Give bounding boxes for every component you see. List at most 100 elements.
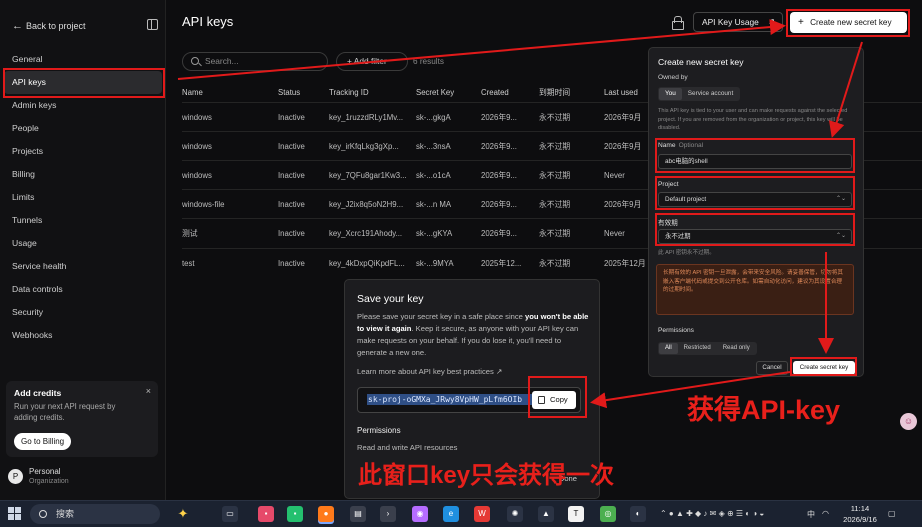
floating-assistant-icon[interactable]: ☺ [900,413,917,430]
cell-name: 测试 [182,229,198,238]
cell-tracking-id: key_1ruzzdRLy1Mv... [329,113,404,122]
jetbrains-icon[interactable]: ▪ [258,506,274,522]
sidebar-item-general[interactable]: General [0,48,166,71]
terminal-icon[interactable]: › [380,506,396,522]
cell-tracking-id: key_irKfqLkg3gXp... [329,142,399,151]
copy-label: Copy [550,395,568,404]
clock[interactable]: 11:14 2026/9/16 [840,503,880,525]
cell-name: test [182,259,195,268]
pycharm-icon[interactable]: ▪ [287,506,303,522]
chevron-updown-icon: ⌃⌄ [835,196,846,202]
sidebar-nav: General API keys Admin keys People Proje… [0,48,166,347]
annotation-get-api-key: 获得API-key [687,395,841,425]
task-view-icon[interactable]: ▭ [222,506,238,522]
ime-indicator[interactable]: 中 [807,509,815,520]
create-secret-key-button[interactable]: Create secret key [793,361,855,375]
sidebar-item-projects[interactable]: Projects [0,140,166,163]
owner-option-service-account[interactable]: Service account [682,88,739,100]
tray-icons[interactable]: ⌃ ● ▲ ✚ ◆ ♪ ✉ ◈ ⊕ ☰ ◐ ◑ ◒ [660,509,764,518]
api-key-usage-button[interactable]: API Key Usage ↗ [693,12,783,32]
annotation-once-only: 此窗口key只会获得一次 [358,462,615,489]
owner-option-you[interactable]: You [659,88,682,100]
search-placeholder: Search... [205,56,239,66]
go-to-billing-button[interactable]: Go to Billing [14,433,72,450]
sidebar-item-usage[interactable]: Usage [0,232,166,255]
sidebar-item-people[interactable]: People [0,117,166,140]
sidebar-item-limits[interactable]: Limits [0,186,166,209]
owner-segmented-control: You Service account [658,87,741,101]
app-icon[interactable]: ◉ [412,506,428,522]
app-triangle-icon[interactable]: ▲ [538,506,554,522]
cell-status: Inactive [278,113,305,122]
copilot-sparkle-icon[interactable]: ✦ [175,506,191,522]
page-title: API keys [182,14,234,29]
file-explorer-icon[interactable]: ▤ [350,506,366,522]
cell-secret-key: sk-...n MA [416,200,452,209]
cell-created: 2026年9... [481,229,517,238]
secret-key-value[interactable]: sk-proj-oGMXa_JRwy8VpHW_pLfm6OIb [367,394,537,405]
cell-status: Inactive [278,259,305,268]
add-filter-button[interactable]: + Add filter [336,52,408,71]
name-label: Name [658,142,676,149]
sidebar-item-api-keys[interactable]: API keys [4,71,162,94]
project-select-value: Default project [665,196,707,203]
wifi-icon[interactable]: ◠ [822,509,829,518]
cell-expiry: 永不过期 [539,171,571,180]
expiry-hint: 此 API 密钥永不过期。 [658,250,715,256]
windows-start-icon[interactable] [8,507,22,521]
project-select[interactable]: Default project ⌃⌄ [658,192,852,207]
cell-secret-key: sk-...9MYA [416,259,454,268]
expiry-select[interactable]: 永不过期 ⌃⌄ [658,229,852,244]
sidebar: ← Back to project General API keys Admin… [0,0,166,500]
create-new-secret-key-button[interactable]: + Create new secret key [790,12,907,33]
permission-option-all[interactable]: All [659,343,678,354]
sidebar-collapse-icon[interactable] [147,19,158,30]
name-optional-label: Optional [678,142,704,149]
cell-secret-key: sk-...gkgA [416,113,451,122]
chatgpt-icon[interactable]: ✺ [507,506,523,522]
cell-expiry: 永不过期 [539,259,571,268]
chrome-icon[interactable]: ◎ [600,506,616,522]
name-input[interactable]: abc电脑的shell [658,154,852,169]
save-dialog-text-a: Please save your secret key in a safe pl… [357,312,525,321]
cell-tracking-id: key_J2ix8q5oN2H9... [329,200,404,209]
best-practices-link[interactable]: Learn more about API key best practices … [357,367,587,376]
firefox-icon[interactable]: ● [318,506,334,522]
permission-option-restricted[interactable]: Restricted [678,343,717,354]
typora-icon[interactable]: T [568,506,584,522]
search-input[interactable]: Search... [182,52,328,71]
back-to-project-link[interactable]: ← Back to project [12,18,158,34]
taskbar-search[interactable]: 搜索 [30,504,160,524]
column-header-name: Name [182,88,203,97]
permission-option-read-only[interactable]: Read only [717,343,756,354]
app-icon[interactable]: ◐ [630,506,646,522]
search-icon [191,57,199,65]
copy-button[interactable]: Copy [532,391,576,409]
sidebar-item-service-health[interactable]: Service health [0,255,166,278]
secret-key-field[interactable]: sk-proj-oGMXa_JRwy8VpHW_pLfm6OIb Copy [357,387,581,413]
cell-status: Inactive [278,229,305,238]
sidebar-item-billing[interactable]: Billing [0,163,166,186]
column-header-status: Status [278,88,301,97]
save-dialog-title: Save your key [357,293,424,305]
edge-icon[interactable]: e [443,506,459,522]
sidebar-item-data-controls[interactable]: Data controls [0,278,166,301]
close-icon[interactable]: × [146,386,151,396]
sidebar-item-admin-keys[interactable]: Admin keys [0,94,166,117]
sidebar-item-security[interactable]: Security [0,301,166,324]
permissions-label: Permissions [658,327,694,334]
cell-tracking-id: key_4kDxpQiKpdFL... [329,259,405,268]
clock-time: 11:14 [850,504,870,513]
sidebar-item-tunnels[interactable]: Tunnels [0,209,166,232]
cancel-button[interactable]: Cancel [756,361,788,375]
cell-created: 2026年9... [481,171,517,180]
sidebar-item-webhooks[interactable]: Webhooks [0,324,166,347]
organization-switcher[interactable]: P Personal Organization [8,467,69,485]
cell-expiry: 永不过期 [539,200,571,209]
save-dialog-description: Please save your secret key in a safe pl… [357,311,593,359]
wps-icon[interactable]: W [474,506,490,522]
notification-icon[interactable]: ▢ [888,509,896,518]
expiry-select-value: 永不过期 [665,233,691,240]
api-key-usage-label: API Key Usage [702,17,759,27]
column-header-secret-key: Secret Key [416,88,455,97]
